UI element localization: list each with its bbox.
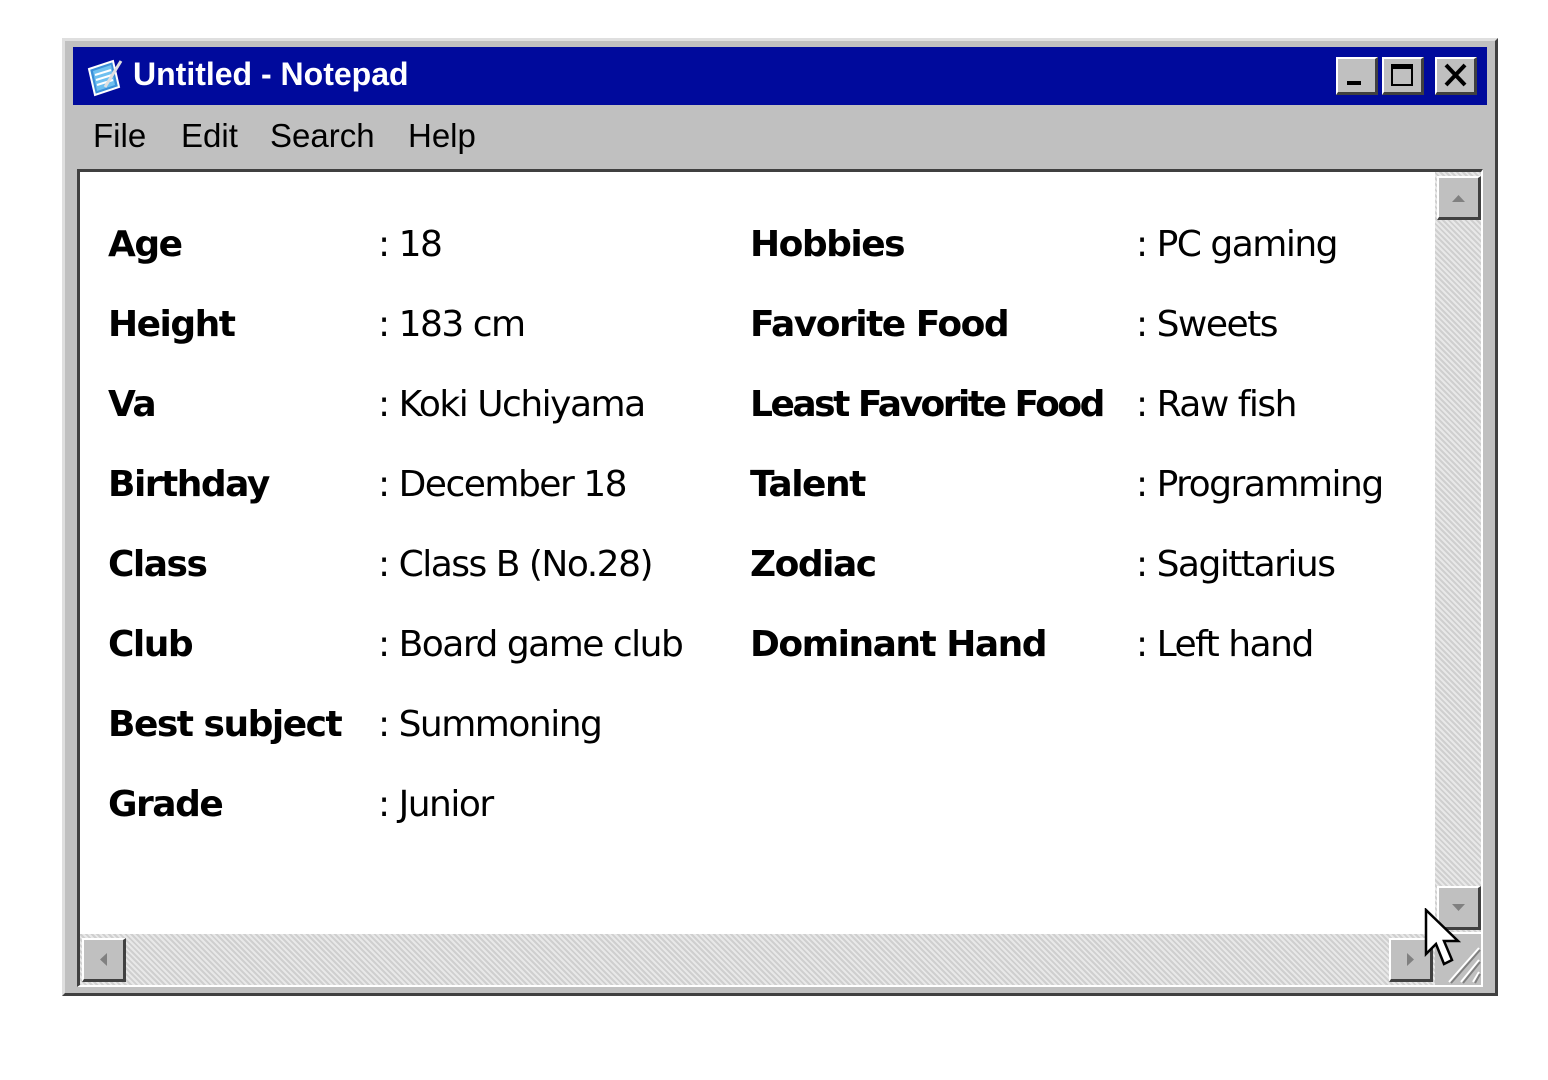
close-button[interactable] <box>1435 57 1477 95</box>
text-editor[interactable]: Age : 18 Height : 183 cm Va : Koki Uchiy… <box>80 172 1433 932</box>
field-value: : Summoning <box>378 704 603 745</box>
field-label: Best subject <box>108 704 343 745</box>
field-label: Grade <box>108 784 224 825</box>
editor-client-area: Age : 18 Height : 183 cm Va : Koki Uchiy… <box>77 169 1483 987</box>
notepad-icon <box>87 59 123 97</box>
field-value: : PC gaming <box>1136 224 1339 265</box>
title-bar[interactable]: Untitled - Notepad <box>73 47 1487 105</box>
field-value: : Raw fish <box>1136 384 1298 425</box>
field-label: Height <box>108 304 236 345</box>
field-label: Zodiac <box>750 544 877 585</box>
field-value: : Koki Uchiyama <box>378 384 646 425</box>
window-title: Untitled - Notepad <box>133 56 409 92</box>
field-value: : 18 <box>378 224 443 265</box>
menu-edit[interactable]: Edit <box>181 117 238 155</box>
arrow-left-icon <box>100 953 107 966</box>
minimize-button[interactable] <box>1336 57 1378 95</box>
field-label: Hobbies <box>750 224 906 265</box>
field-label: Birthday <box>108 464 270 505</box>
close-icon <box>1444 63 1467 87</box>
menu-file[interactable]: File <box>93 117 146 155</box>
maximize-button[interactable] <box>1382 57 1424 95</box>
scroll-left-button[interactable] <box>82 938 126 982</box>
field-value: : Board game club <box>378 624 684 665</box>
field-label: Least Favorite Food <box>750 384 1105 425</box>
notepad-window: Untitled - Notepad File Edit Search Help <box>62 38 1498 996</box>
field-label: Age <box>108 224 183 265</box>
field-value: : Sagittarius <box>1136 544 1336 585</box>
mouse-cursor-icon <box>1424 908 1462 966</box>
field-value: : Sweets <box>1136 304 1279 345</box>
field-label: Class <box>108 544 208 585</box>
vertical-scrollbar[interactable] <box>1435 172 1481 932</box>
field-value: : December 18 <box>378 464 628 505</box>
menu-search[interactable]: Search <box>270 117 375 155</box>
field-label: Dominant Hand <box>750 624 1048 665</box>
horizontal-scrollbar[interactable] <box>80 934 1435 985</box>
field-value: : Left hand <box>1136 624 1314 665</box>
minimize-icon <box>1347 81 1361 85</box>
field-value: : 183 cm <box>378 304 526 345</box>
field-value: : Class B (No.28) <box>378 544 654 585</box>
field-label: Talent <box>750 464 866 505</box>
field-label: Va <box>108 384 157 425</box>
menu-bar: File Edit Search Help <box>73 109 1487 165</box>
field-label: Club <box>108 624 194 665</box>
field-label: Favorite Food <box>750 304 1010 345</box>
scroll-up-button[interactable] <box>1437 176 1481 220</box>
field-value: : Programming <box>1136 464 1384 505</box>
field-value: : Junior <box>378 784 494 825</box>
arrow-up-icon <box>1452 195 1465 202</box>
menu-help[interactable]: Help <box>408 117 476 155</box>
maximize-icon <box>1391 64 1413 86</box>
